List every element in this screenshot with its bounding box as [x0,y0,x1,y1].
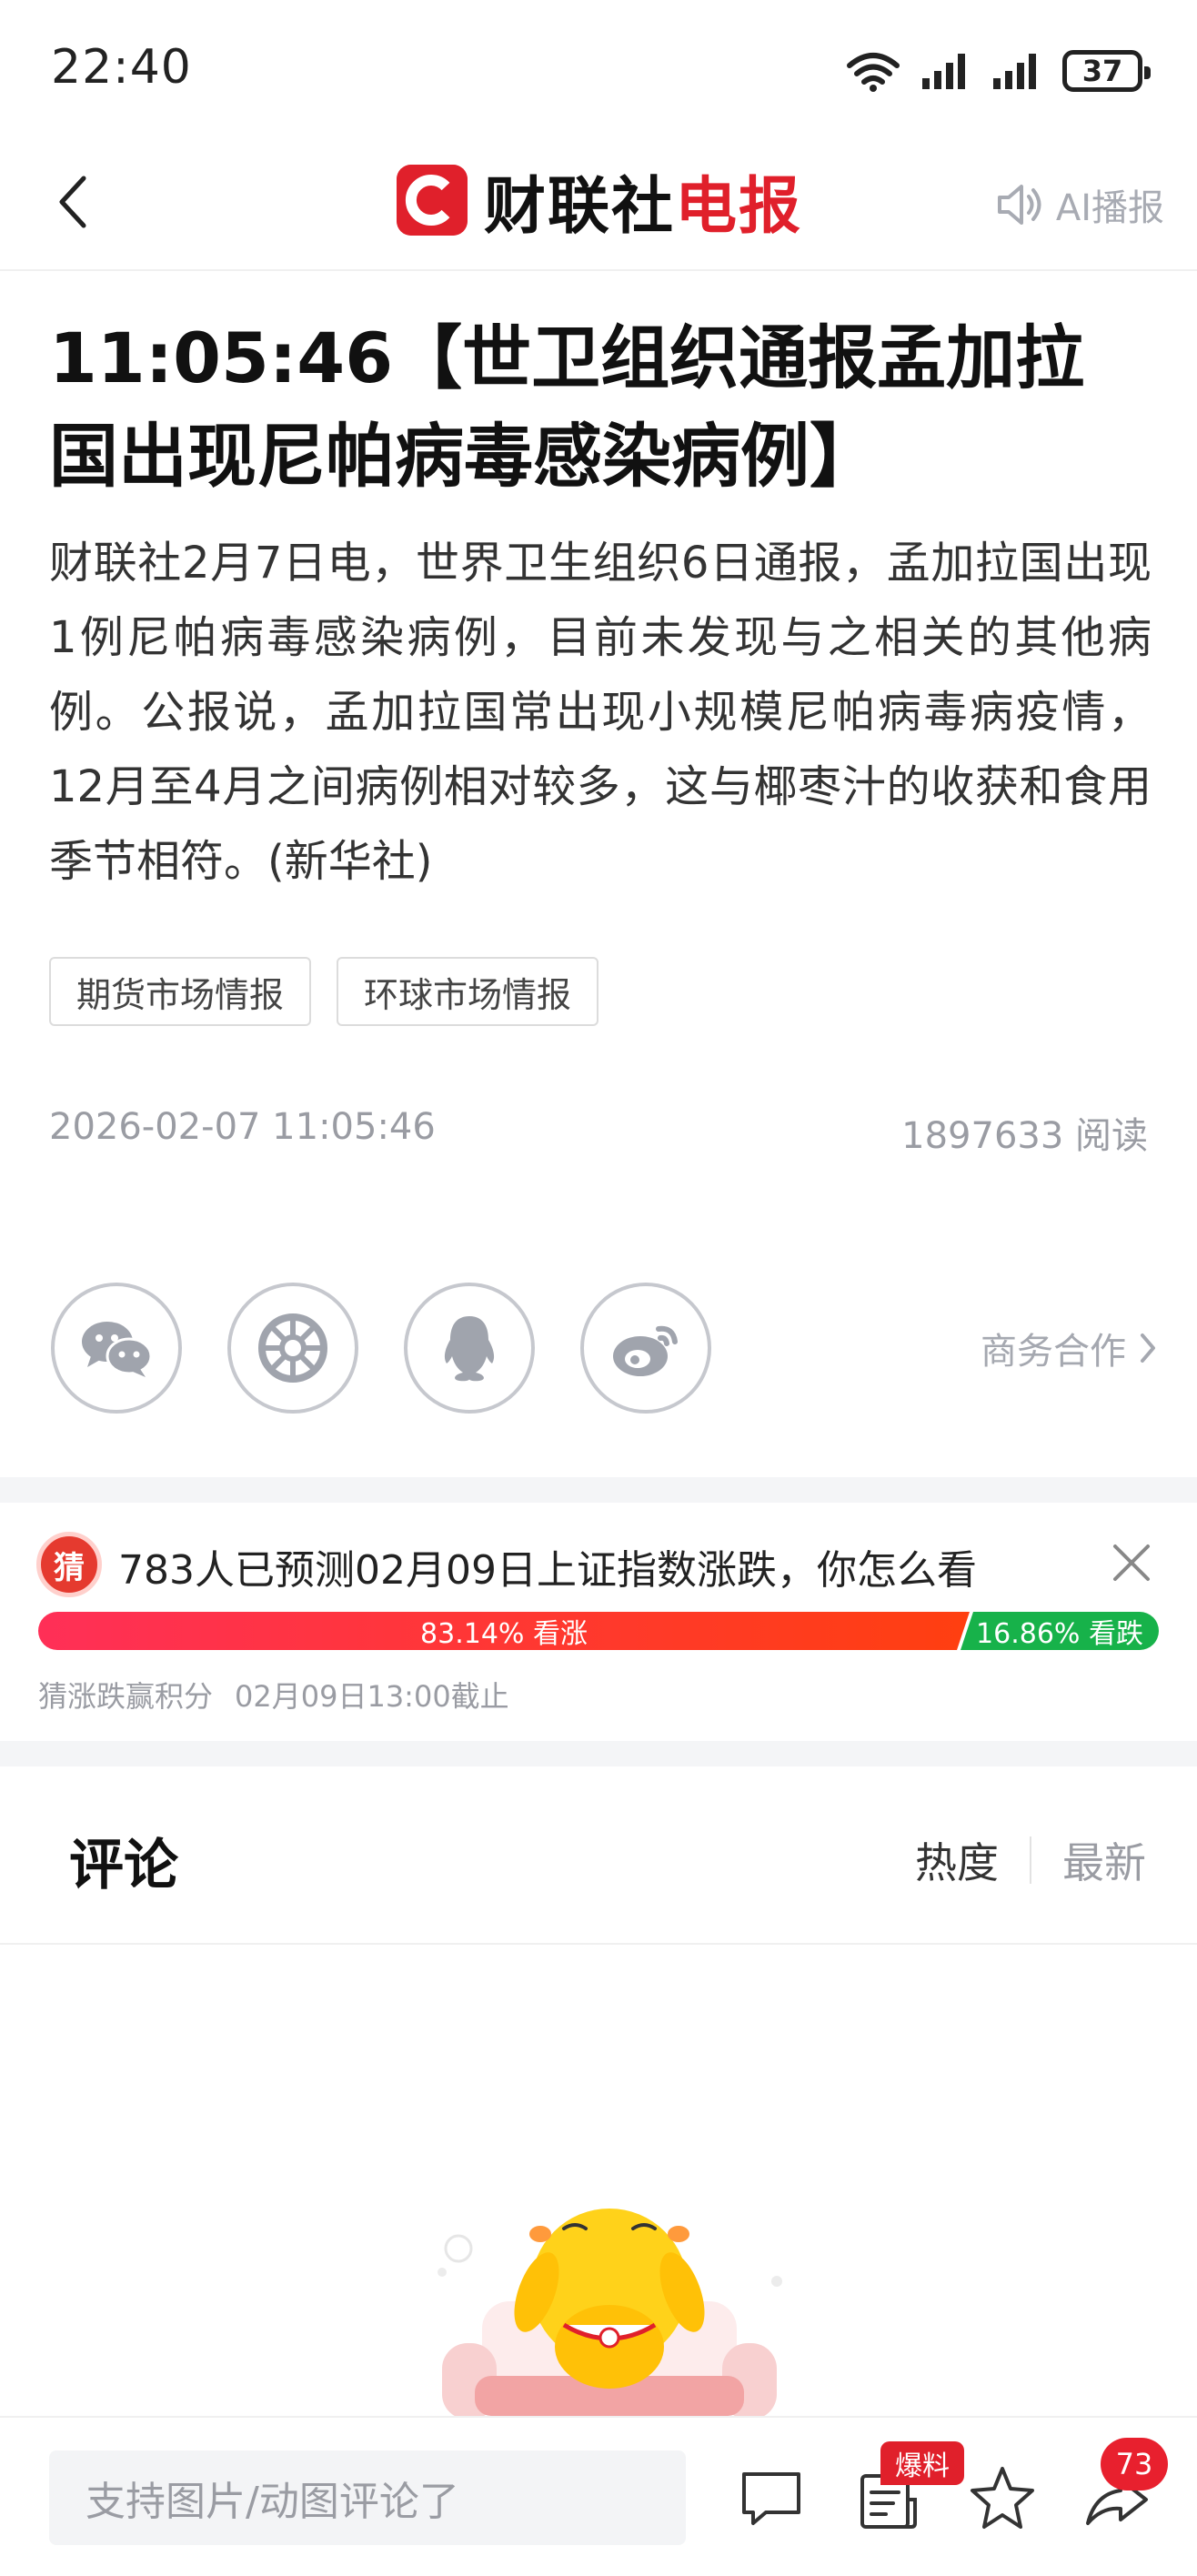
prediction-card[interactable]: 猜 783人已预测02月09日上证指数涨跌，你怎么看 83.14% 看涨 16.… [0,1503,1197,1739]
share-moments-button[interactable] [227,1283,358,1414]
business-label: 商务合作 [981,1331,1126,1373]
comment-input[interactable]: 支持图片/动图评论了 [49,2450,686,2545]
comment-sort: 热度 最新 [915,1830,1146,1890]
bao-badge[interactable]: 爆料 [880,2441,964,2485]
prediction-footer: 猜涨跌赢积分 02月09日13:00截止 [38,1674,509,1716]
article-headline: 11:05:46【世卫组织通报孟加拉国出现尼帕病毒感染病例】 [49,317,1085,497]
share-weibo-button[interactable] [580,1283,711,1414]
close-icon[interactable] [1104,1535,1159,1590]
share-qq-button[interactable] [404,1283,535,1414]
bottom-bar: 支持图片/动图评论了 爆料 73 [0,2416,1197,2576]
back-arrow-icon [59,176,86,228]
moments-icon [258,1313,327,1383]
bar-down-segment[interactable]: 16.86% 看跌 [961,1612,1159,1650]
weibo-icon [613,1325,678,1376]
tag-list: 期货市场情报 环球市场情报 [49,957,599,1026]
comment-icon[interactable] [737,2463,806,2532]
speaker-icon [997,185,1041,225]
status-time: 22:40 [51,40,192,95]
sort-hot-tab[interactable]: 热度 [915,1830,999,1890]
comments-title: 评论 [69,1834,178,1897]
prediction-bar: 83.14% 看涨 16.86% 看跌 [38,1612,1159,1650]
signal-icon-2 [993,54,1036,89]
prediction-footer-left: 猜涨跌赢积分 [38,1679,214,1714]
logo: 财联社电报 [397,155,802,246]
business-cooperation-link[interactable]: 商务合作 [981,1322,1157,1374]
article-meta: 2026-02-07 11:05:46 1897633 阅读 [49,1106,1148,1159]
ai-play-label: AI播报 [1055,187,1164,229]
article-body: 财联社2月7日电，世界卫生组织6日通报，孟加拉国出现1例尼帕病毒感染病例，目前未… [49,538,1152,887]
tag-global[interactable]: 环球市场情报 [337,957,599,1026]
down-label: 16.86% 看跌 [976,1618,1143,1650]
logo-mark-icon [397,165,468,236]
status-bar: 22:40 37 [0,0,1197,136]
signal-icon [922,54,965,89]
read-count: 1897633 阅读 [901,1115,1148,1157]
wifi-icon [847,53,900,92]
prediction-deadline: 02月09日13:00截止 [235,1679,509,1714]
bar-up-segment[interactable]: 83.14% 看涨 [38,1612,970,1650]
comments-header: 评论 热度 最新 [0,1766,1197,1945]
sort-new-tab[interactable]: 最新 [1062,1830,1146,1890]
guess-badge: 猜 [36,1532,102,1597]
logo-text: 财联社电报 [484,170,803,243]
share-row: 商务合作 [51,1281,1157,1415]
battery-icon: 37 [1062,50,1151,92]
tag-futures[interactable]: 期货市场情报 [49,957,312,1026]
sort-separator [1030,1836,1031,1884]
article-datetime: 2026-02-07 11:05:46 [49,1106,436,1148]
empty-comments-illustration [438,2209,782,2420]
share-count-badge: 73 [1101,2438,1168,2490]
status-icons: 37 [846,45,1151,96]
section-divider-2 [0,1741,1197,1766]
ai-play-button[interactable]: AI播报 [996,173,1164,236]
share-wechat-button[interactable] [51,1283,182,1414]
back-button[interactable] [36,166,109,238]
star-icon[interactable] [968,2463,1037,2532]
up-label: 83.14% 看涨 [420,1618,588,1650]
header: 财联社电报 AI播报 [0,136,1197,271]
chevron-right-icon [1141,1333,1155,1363]
qq-icon [444,1316,495,1382]
battery-level: 37 [1081,54,1123,88]
section-divider [0,1477,1197,1503]
prediction-question: 783人已预测02月09日上证指数涨跌，你怎么看 [118,1547,977,1594]
wechat-icon [82,1322,153,1377]
